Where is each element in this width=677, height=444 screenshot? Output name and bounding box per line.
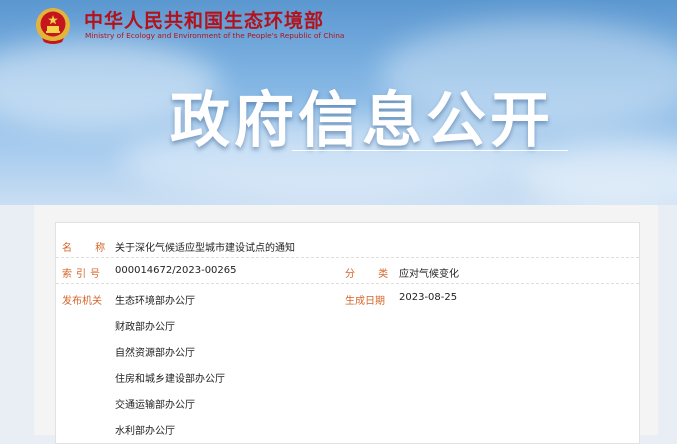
index-value: 000014672/2023-00265: [115, 265, 237, 276]
issuer-item: 交通运输部办公厅: [115, 400, 195, 411]
issuer-item: 住房和城乡建设部办公厅: [115, 374, 225, 385]
issuer-item: 自然资源部办公厅: [115, 348, 195, 359]
info-card: 名 称 关于深化气候适应型城市建设试点的通知 索引号 000014672/202…: [55, 222, 640, 444]
content-panel: 名 称 关于深化气候适应型城市建设试点的通知 索引号 000014672/202…: [34, 205, 658, 444]
header-banner: 中华人民共和国生态环境部 Ministry of Ecology and Env…: [0, 0, 677, 205]
issuer-item: 财政部办公厅: [115, 322, 175, 333]
ministry-name-en[interactable]: Ministry of Ecology and Environment of t…: [85, 31, 344, 40]
issuer-item: 生态环境部办公厅: [115, 296, 195, 307]
name-label: 名 称: [62, 243, 116, 254]
category-label: 分 类: [345, 269, 399, 280]
page-hero-title: 政府信息公开: [170, 86, 554, 156]
category-value: 应对气候变化: [399, 269, 459, 280]
date-value: 2023-08-25: [399, 292, 458, 303]
name-row: 名 称 关于深化气候适应型城市建设试点的通知: [56, 231, 639, 258]
national-emblem-icon[interactable]: [34, 6, 72, 46]
ministry-name-cn[interactable]: 中华人民共和国生态环境部: [84, 6, 324, 33]
issuer-item: 水利部办公厅: [115, 426, 175, 437]
index-label: 索引号: [62, 269, 104, 280]
hero-underline: [292, 150, 568, 151]
date-label: 生成日期: [345, 296, 385, 307]
issuer-label: 发布机关: [62, 296, 102, 307]
index-row: 索引号 000014672/2023-00265 分 类 应对气候变化: [56, 257, 639, 284]
name-value: 关于深化气候适应型城市建设试点的通知: [115, 243, 295, 254]
